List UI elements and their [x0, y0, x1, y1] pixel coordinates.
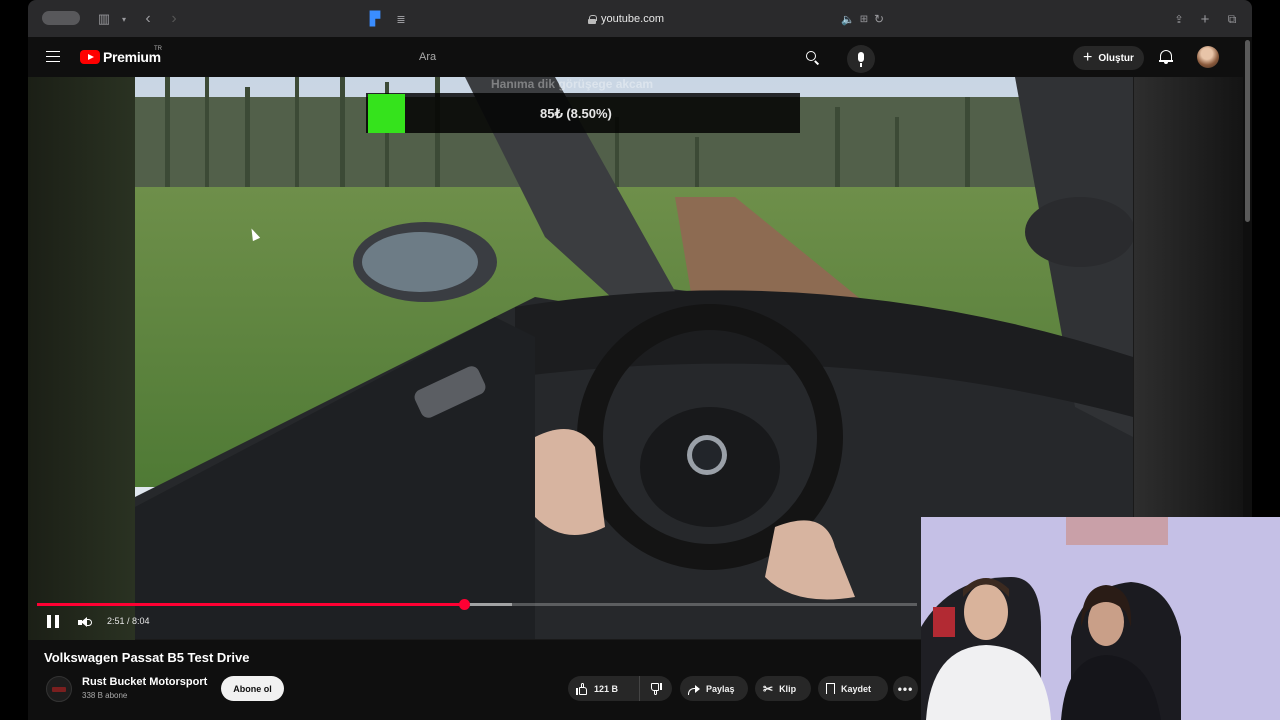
clip-label: Klip — [779, 683, 797, 694]
thumbs-down-icon — [650, 682, 662, 695]
share-icon — [688, 684, 700, 695]
share-label: Paylaş — [706, 683, 735, 694]
voice-search-button[interactable] — [847, 45, 875, 73]
account-avatar[interactable] — [1197, 46, 1219, 68]
logo-region: TR — [154, 46, 162, 52]
more-actions-button[interactable]: ••• — [893, 676, 918, 701]
channel-name[interactable]: Rust Bucket Motorsport — [82, 676, 207, 688]
address-bar[interactable]: youtube.com — [588, 9, 664, 29]
reload-icon[interactable]: ↻ — [869, 9, 889, 29]
browser-toolbar: ▥ ▾ ‹ › ▛ ≣ youtube.com 🔈 ⊞ ↻ ⇪ + ⧉ — [28, 0, 1252, 37]
url-text: youtube.com — [601, 13, 664, 25]
reader-icon[interactable]: ≣ — [391, 9, 411, 29]
youtube-play-icon — [80, 50, 100, 64]
pause-icon[interactable] — [46, 615, 60, 629]
subscribe-button[interactable]: Abone ol — [221, 676, 284, 701]
scissors-icon: ✂ — [763, 681, 774, 696]
youtube-header: Premium TR Ara + Oluştur — [28, 37, 1252, 77]
donation-color-swatch — [368, 94, 405, 133]
youtube-logo[interactable]: Premium — [80, 49, 161, 65]
back-icon[interactable]: ‹ — [138, 9, 158, 29]
share-page-icon[interactable]: ⇪ — [1169, 9, 1189, 29]
share-button[interactable]: Paylaş — [680, 676, 748, 701]
save-label: Kaydet — [841, 683, 872, 694]
menu-icon[interactable] — [46, 51, 60, 62]
like-dislike-group: 121 B — [568, 676, 672, 701]
new-tab-icon[interactable]: + — [1195, 9, 1215, 29]
search-input[interactable]: Ara — [419, 51, 436, 63]
channel-avatar[interactable] — [46, 676, 72, 702]
create-label: Oluştur — [1098, 52, 1134, 64]
subscriber-count: 338 B abone — [82, 691, 128, 700]
sidebar-toggle-icon[interactable]: ▥ — [94, 9, 114, 29]
create-button[interactable]: + Oluştur — [1073, 46, 1144, 70]
time-display: 2:51 / 8:04 — [107, 616, 150, 626]
forward-icon[interactable]: › — [164, 9, 184, 29]
video-title: Volkswagen Passat B5 Test Drive — [44, 650, 250, 665]
like-button[interactable]: 121 B — [568, 676, 640, 701]
like-count: 121 B — [594, 683, 619, 694]
lock-icon — [588, 14, 597, 24]
microphone-icon — [858, 52, 864, 62]
page-scrollbar-thumb[interactable] — [1245, 40, 1250, 222]
logo-text: Premium — [103, 49, 161, 65]
extension-icon[interactable]: ▛ — [365, 9, 385, 29]
webcam-overlay — [921, 517, 1280, 720]
thumbs-up-icon — [576, 682, 588, 695]
window-controls[interactable] — [42, 11, 80, 25]
clip-button[interactable]: ✂ Klip — [755, 676, 811, 701]
overlay-faded-text: Hanıma dik görüşege akcam — [491, 77, 654, 91]
webcam-scene — [921, 517, 1280, 720]
chevron-down-icon[interactable]: ▾ — [114, 9, 134, 29]
dislike-button[interactable] — [640, 682, 672, 695]
plus-icon: + — [1083, 49, 1093, 66]
volume-icon[interactable] — [78, 616, 92, 628]
notifications-bell-icon[interactable] — [1159, 49, 1173, 65]
tab-overview-icon[interactable]: ⧉ — [1222, 9, 1242, 29]
save-button[interactable]: Kaydet — [818, 676, 888, 701]
progress-played — [37, 603, 465, 606]
donation-amount: 85₺ (8.50%) — [540, 106, 612, 121]
search-button[interactable] — [802, 47, 824, 69]
bookmark-icon — [826, 683, 835, 695]
